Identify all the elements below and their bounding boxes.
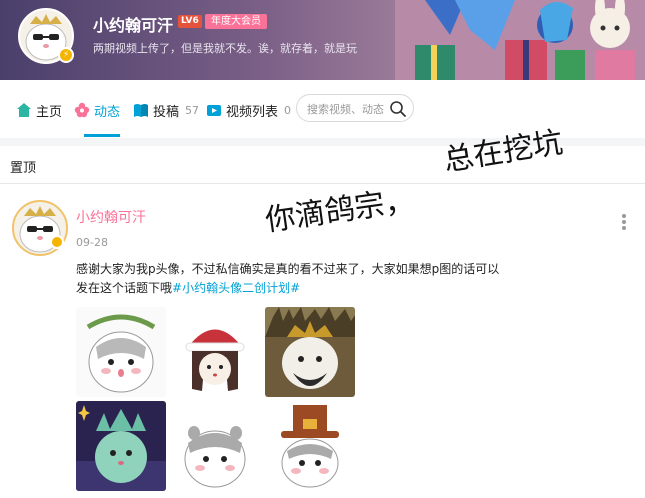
post-image-6[interactable] <box>265 401 355 491</box>
search-input[interactable] <box>307 101 385 117</box>
tab-uploads[interactable]: 投稿 57 <box>133 100 199 120</box>
flower-icon <box>74 102 90 118</box>
hamster-liberty-image <box>76 401 166 491</box>
tab-video-lists-label: 视频列表 <box>226 104 279 120</box>
vip-badge: 年度大会员 <box>205 14 267 29</box>
hamster-laurel-image <box>76 307 166 397</box>
hamster-plain-image <box>170 401 260 491</box>
tab-video-lists-count: 0 <box>284 103 292 117</box>
post-image-4[interactable] <box>76 401 166 491</box>
tab-uploads-count: 57 <box>185 103 200 117</box>
post-text-line1: 感谢大家为我p头像，不过私信确实是真的看不过来了，大家如果想p图的话可以 <box>76 262 500 276</box>
post-image-5[interactable] <box>170 401 260 491</box>
post-text: 感谢大家为我p头像，不过私信确实是真的看不过来了，大家如果想p图的话可以 发在这… <box>76 260 546 298</box>
hamster-pilgrim-image <box>265 401 355 491</box>
profile-banner: ⚡ 小约翰可汗 LV6 年度大会员 两期视频上传了，但是我就不发。诶，就存着，就… <box>0 0 645 80</box>
playlist-icon <box>207 105 221 116</box>
tab-home-label: 主页 <box>36 104 63 120</box>
post-text-line2: 发在这个话题下哦#小约翰头像二创计划# <box>76 279 546 298</box>
profile-sign: 两期视频上传了，但是我就不发。诶，就存着，就是玩 <box>93 42 357 55</box>
verified-badge-icon: ⚡ <box>58 47 74 63</box>
post-image-2[interactable] <box>170 307 260 397</box>
book-icon <box>134 104 148 117</box>
active-tab-indicator <box>84 134 120 137</box>
search-box[interactable] <box>296 94 414 122</box>
verified-badge-icon <box>50 235 64 249</box>
tab-dynamic-label: 动态 <box>94 104 121 120</box>
post-author-name[interactable]: 小约翰可汗 <box>76 207 146 227</box>
topic-tag-link[interactable]: #小约翰头像二创计划# <box>172 281 300 295</box>
post-text-line2-prefix: 发在这个话题下哦 <box>76 281 173 295</box>
pinned-label: 置顶 <box>10 161 37 176</box>
hamster-santa-image <box>170 307 260 397</box>
post-date: 09-28 <box>76 236 108 249</box>
tab-video-lists[interactable]: 视频列表 0 <box>206 100 291 120</box>
home-icon <box>17 103 31 117</box>
post-image-3[interactable] <box>265 307 355 397</box>
search-icon[interactable] <box>389 100 407 118</box>
more-options-icon[interactable] <box>620 212 628 232</box>
banner-illustration <box>395 0 645 80</box>
post-image-1[interactable] <box>76 307 166 397</box>
hamster-general-image <box>265 307 355 397</box>
level-badge: LV6 <box>178 15 202 28</box>
tab-uploads-label: 投稿 <box>153 104 180 120</box>
overlay-text-line1: 你滴鸽宗， <box>263 183 417 239</box>
profile-username: 小约翰可汗 <box>93 16 174 35</box>
pinned-divider <box>0 183 645 184</box>
tab-home[interactable]: 主页 <box>16 100 62 120</box>
tab-dynamic[interactable]: 动态 <box>74 100 120 120</box>
